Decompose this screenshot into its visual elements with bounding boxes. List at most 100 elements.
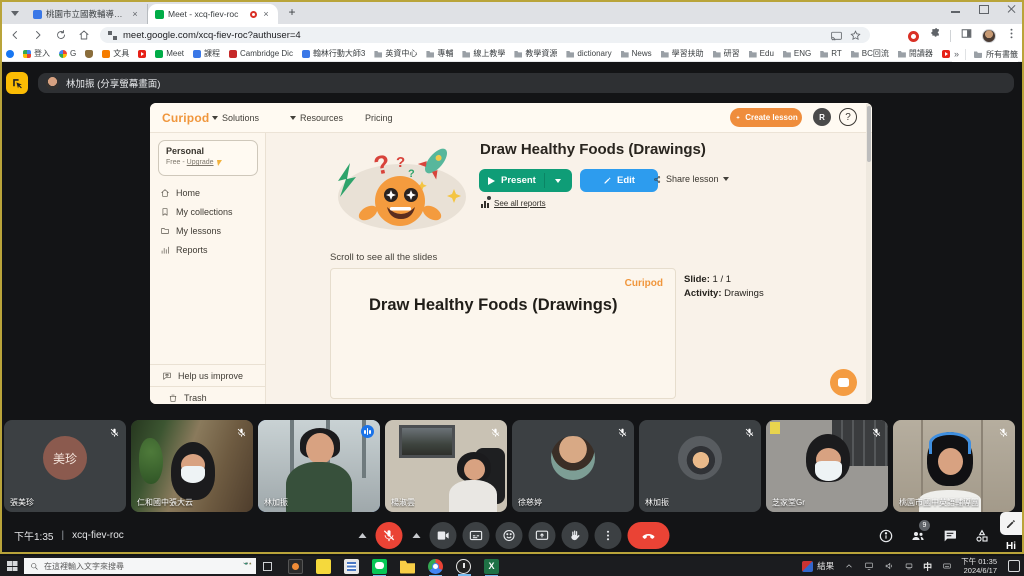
camera-options-chevron[interactable] [409,522,424,549]
app-icon[interactable] [288,559,303,574]
bookmark-item[interactable]: Edu [749,49,774,58]
see-all-reports-link[interactable]: See all reports [481,199,546,208]
camera-button[interactable] [430,522,457,549]
upgrade-link[interactable]: Upgrade [187,159,214,166]
tab-close-icon[interactable]: × [261,9,271,19]
nav-resources[interactable]: Resources [290,113,343,123]
mic-options-chevron[interactable] [355,522,370,549]
bookmark-item[interactable]: 線上教學 [462,48,505,59]
chevron-down-icon[interactable] [555,179,561,183]
start-button[interactable] [0,556,24,576]
raise-hand-button[interactable] [562,522,589,549]
chat-widget-button[interactable] [830,369,857,396]
help-button[interactable]: ? [839,108,857,126]
display-icon[interactable] [863,561,874,572]
bookmark-item[interactable]: Cambridge Dic [229,49,293,58]
participant-tile[interactable]: 楊淑雲 [385,420,507,512]
browser-menu-icon[interactable] [1005,27,1018,45]
bookmark-item[interactable]: BC回流 [851,48,889,59]
participant-tile[interactable]: 桃園市國中英語輔導團 [893,420,1015,512]
profile-avatar[interactable] [982,29,996,43]
sticky-notes-icon[interactable] [316,559,331,574]
browser-tab-active[interactable]: Meet - xcq-fiev-roc × [148,4,278,24]
chat-button[interactable] [941,527,958,544]
bookmark-item[interactable]: 學習扶助 [661,48,704,59]
meeting-details-button[interactable] [877,527,894,544]
news-widget[interactable]: 結果 [802,560,834,572]
bookmark-item[interactable]: dictionary [566,49,611,58]
end-call-button[interactable] [628,522,670,549]
sidebar-item-feedback[interactable]: Help us improve [150,364,266,387]
task-view-button[interactable] [256,556,278,576]
more-options-button[interactable] [595,522,622,549]
sidebar-item-reports[interactable]: Reports [160,245,208,255]
presenter-banner[interactable]: 林加振 (分享螢幕畫面) [38,73,1014,93]
sidebar-item-home[interactable]: Home [160,188,200,198]
side-panel-icon[interactable] [960,27,973,45]
taskbar-search[interactable]: 在這裡輸入文字來搜尋 [24,558,256,574]
scrollbar[interactable] [866,104,871,403]
bookmark-item[interactable]: ENG [783,49,811,58]
chrome-icon[interactable] [428,559,443,574]
bookmark-item[interactable]: 教學資源 [514,48,557,59]
curipod-logo[interactable]: Curipod [162,111,209,125]
sidebar-item-collections[interactable]: My collections [160,207,233,217]
network-icon[interactable] [903,561,914,572]
tab-search-chevron-icon[interactable] [8,6,22,20]
plan-box[interactable]: Personal Free - Upgrade [158,140,258,176]
excel-icon[interactable]: X [484,559,499,574]
bookmark-item[interactable]: 英資中心 [374,48,417,59]
reload-icon[interactable] [53,27,69,43]
bookmark-item[interactable] [6,50,14,58]
participant-tile[interactable]: 仁和國中張大云 [131,420,253,512]
people-button[interactable]: 9 [909,527,926,544]
annotation-hi-button[interactable]: Hi [1000,537,1022,556]
bookmark-item[interactable]: 課程 [193,48,220,59]
clock[interactable]: 下午 01:35 2024/6/17 [961,557,997,575]
speaker-icon[interactable] [883,561,894,572]
action-center-icon[interactable] [1008,560,1020,572]
cast-icon[interactable] [830,29,843,42]
maximize-icon[interactable] [978,4,990,14]
file-explorer-icon[interactable] [400,559,415,574]
bookmarks-overflow-icon[interactable]: » [954,49,959,59]
touch-keyboard-icon[interactable] [941,561,952,572]
line-app-icon[interactable] [372,559,387,574]
bookmark-item[interactable]: RT [820,49,842,58]
site-info-icon[interactable] [108,31,117,40]
address-bar[interactable]: meet.google.com/xcq-fiev-roc?authuser=4 [100,27,870,43]
scrollbar-thumb[interactable] [867,106,871,162]
bookmark-item[interactable]: 研習 [713,48,740,59]
participant-tile[interactable]: 林加振 [639,420,761,512]
present-button[interactable]: Present [479,169,572,192]
forward-icon[interactable] [30,27,46,43]
account-avatar[interactable]: R [813,108,831,126]
edit-button[interactable]: Edit [580,169,658,192]
bookmark-item[interactable] [85,50,93,58]
captions-button[interactable] [463,522,490,549]
bookmark-star-icon[interactable] [849,29,862,42]
participant-tile[interactable]: 芝家堂Gr [766,420,888,512]
tab-close-icon[interactable]: × [130,9,140,19]
share-lesson-button[interactable]: Share lesson [653,174,729,184]
bookmark-item[interactable]: News [621,49,652,58]
create-lesson-button[interactable]: Create lesson [730,108,802,127]
bookmark-item[interactable]: G [59,49,76,58]
ime-indicator[interactable]: 中 [923,560,932,573]
sidebar-item-lessons[interactable]: My lessons [160,226,221,236]
jump-to-presentation-icon[interactable] [6,72,28,94]
bookmark-item[interactable]: 翰林行動大師3 [302,48,365,59]
clock-app-icon[interactable] [456,559,471,574]
all-bookmarks-button[interactable]: 所有書籤 [965,49,1018,60]
browser-tab-inactive[interactable]: 桃園市立國教輔導團 國中英語 × [26,4,148,24]
bookmark-item[interactable]: Meet [155,49,184,58]
present-screen-button[interactable] [529,522,556,549]
sidebar-item-trash[interactable]: Trash [150,386,266,404]
bookmark-item[interactable]: 文具 [102,48,129,59]
bookmark-item[interactable]: 登入 [23,48,50,59]
extensions-icon[interactable] [928,27,941,45]
tray-expand-icon[interactable] [843,561,854,572]
participant-tile-speaking[interactable]: 林加振 [258,420,380,512]
slide-preview[interactable]: Curipod Draw Healthy Foods (Drawings) [330,268,676,399]
nav-solutions[interactable]: Solutions [212,113,259,123]
